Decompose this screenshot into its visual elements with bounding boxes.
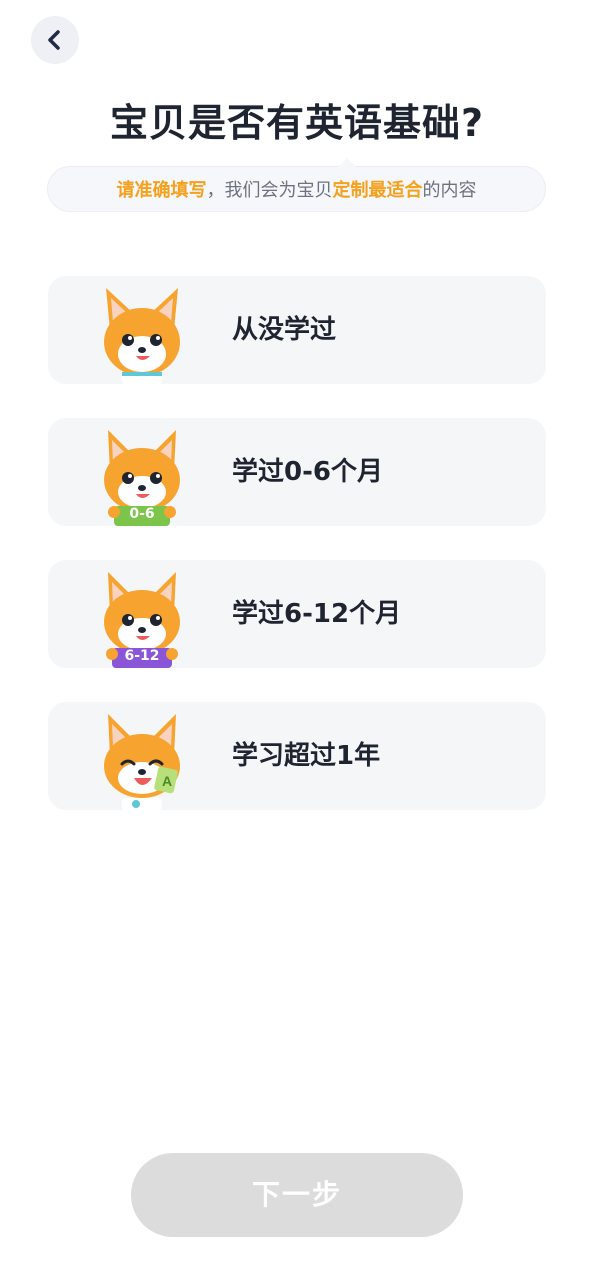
option-never-learned[interactable]: 从没学过 xyxy=(48,276,546,384)
subtitle-highlight-2: 定制最适合 xyxy=(332,180,423,201)
subtitle-text-1: ，我们会为宝贝 xyxy=(206,180,333,201)
subtitle-text-2: 的内容 xyxy=(422,180,477,201)
chevron-left-icon xyxy=(48,30,60,50)
bubble-pointer xyxy=(338,158,356,167)
page-title: 宝贝是否有英语基础? xyxy=(109,101,485,145)
subtitle-highlight-1: 请准确填写 xyxy=(116,180,207,201)
back-button[interactable] xyxy=(31,16,79,64)
option-label: 学过0-6个月 xyxy=(232,457,383,487)
option-6-12-months[interactable]: 6-12 学过6-12个月 xyxy=(48,560,546,668)
next-step-button[interactable]: 下一步 xyxy=(131,1153,463,1237)
fox-mascot-icon xyxy=(104,288,180,384)
option-0-6-months[interactable]: 0-6 学过0-6个月 xyxy=(48,418,546,526)
badge-0-6: 0-6 xyxy=(129,506,155,522)
option-over-1-year[interactable]: A 学习超过1年 xyxy=(48,702,546,810)
option-label: 学过6-12个月 xyxy=(232,599,402,629)
badge-6-12: 6-12 xyxy=(124,648,160,664)
subtitle-bubble: 请准确填写 ，我们会为宝贝 定制最适合 的内容 xyxy=(47,158,546,212)
option-label: 从没学过 xyxy=(232,315,337,345)
svg-text:A: A xyxy=(162,773,172,789)
fox-mascot-icon: A xyxy=(104,714,180,810)
option-label: 学习超过1年 xyxy=(232,741,381,771)
